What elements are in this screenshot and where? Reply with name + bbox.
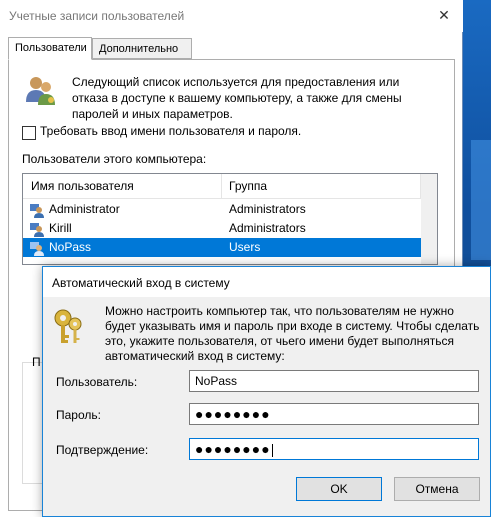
user-account-icon	[30, 242, 44, 256]
user-account-icon	[30, 204, 44, 218]
password-groupbox-label: П	[32, 355, 41, 369]
user-account-icon	[30, 223, 44, 237]
row-group: Users	[229, 240, 261, 254]
dialog-title: Автоматический вход в систему	[52, 276, 230, 290]
password-field-label: Пароль:	[56, 408, 101, 422]
row-group: Administrators	[229, 221, 306, 235]
row-username: NoPass	[49, 240, 92, 254]
table-row[interactable]: Kirill Administrators	[23, 219, 421, 238]
users-list[interactable]: Имя пользователя Группа Administrator Ad…	[22, 173, 438, 265]
text-caret	[271, 443, 273, 457]
dialog-description: Можно настроить компьютер так, что польз…	[105, 304, 480, 363]
users-list-label: Пользователи этого компьютера:	[22, 152, 207, 166]
row-username: Kirill	[49, 221, 72, 235]
tab-advanced[interactable]: Дополнительно	[92, 38, 192, 59]
column-divider[interactable]	[221, 174, 222, 198]
require-login-label[interactable]: Требовать ввод имени пользователя и паро…	[40, 124, 301, 138]
window-title: Учетные записи пользователей	[9, 9, 185, 23]
user-field-label: Пользователь:	[56, 375, 138, 389]
keys-icon	[54, 309, 82, 343]
autologon-dialog: Автоматический вход в систему Можно наст…	[42, 266, 491, 517]
confirm-field-label: Подтверждение:	[56, 443, 149, 457]
confirm-password-value: ●●●●●●●●	[195, 441, 271, 457]
password-input[interactable]: ●●●●●●●●	[189, 403, 479, 425]
close-icon[interactable]: ✕	[432, 5, 456, 25]
title-bar[interactable]: Учетные записи пользователей ✕	[0, 0, 463, 32]
users-description: Следующий список используется для предос…	[72, 75, 402, 121]
cancel-button[interactable]: Отмена	[394, 477, 480, 501]
dialog-title-bar[interactable]: Автоматический вход в систему	[43, 267, 490, 297]
confirm-password-input[interactable]: ●●●●●●●●	[189, 438, 479, 460]
desktop-wallpaper-pane	[471, 140, 491, 260]
tab-users[interactable]: Пользователи	[8, 37, 92, 60]
list-header: Имя пользователя Группа	[23, 174, 437, 199]
table-row[interactable]: Administrator Administrators	[23, 200, 421, 219]
ok-button[interactable]: OK	[296, 477, 382, 501]
require-login-checkbox[interactable]	[22, 126, 36, 140]
column-header-group[interactable]: Группа	[229, 179, 267, 193]
username-input[interactable]: NoPass	[189, 370, 479, 392]
users-icon	[26, 77, 55, 105]
list-scrollbar[interactable]	[421, 174, 437, 264]
table-row-selected[interactable]: NoPass Users	[23, 238, 421, 257]
row-group: Administrators	[229, 202, 306, 216]
column-header-username[interactable]: Имя пользователя	[31, 179, 134, 193]
row-username: Administrator	[49, 202, 120, 216]
